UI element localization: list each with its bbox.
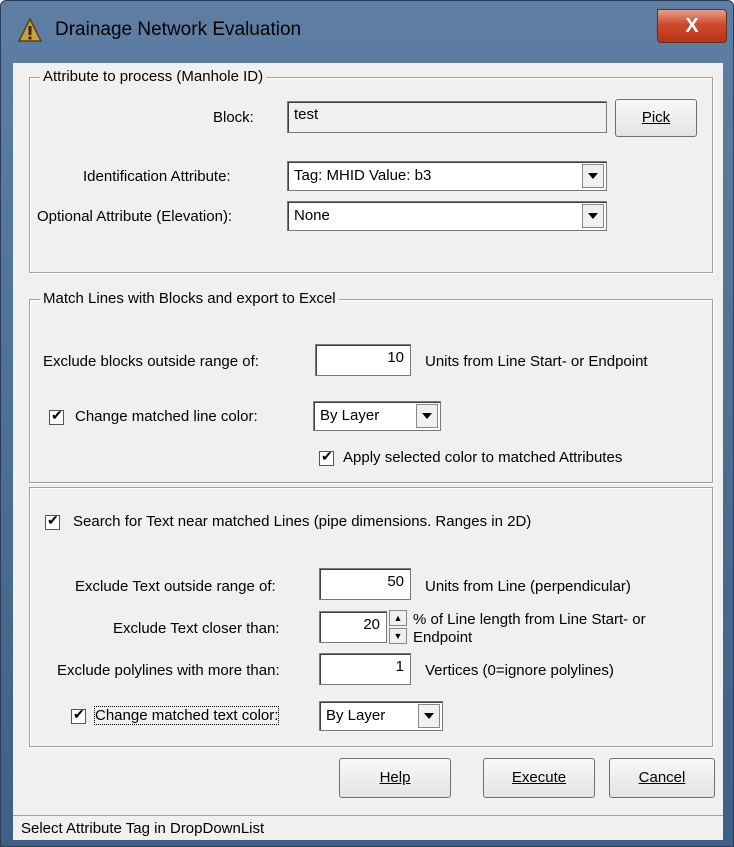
pick-button-label: Pick bbox=[641, 109, 671, 126]
hazard-icon bbox=[17, 17, 43, 42]
spin-up-icon[interactable]: ▲ bbox=[389, 610, 407, 626]
chevron-down-icon[interactable] bbox=[582, 204, 604, 228]
execute-button[interactable]: Execute bbox=[483, 758, 595, 798]
cancel-button-label: Cancel bbox=[638, 769, 686, 786]
polylines-label: Exclude polylines with more than: bbox=[57, 662, 280, 679]
change-line-color-checkbox[interactable] bbox=[49, 407, 64, 425]
group-title-match: Match Lines with Blocks and export to Ex… bbox=[40, 290, 339, 307]
title-bar[interactable]: Drainage Network Evaluation X bbox=[1, 1, 733, 63]
exclude-blocks-units: Units from Line Start- or Endpoint bbox=[425, 353, 648, 370]
line-color-dropdown[interactable]: By Layer bbox=[313, 401, 441, 431]
text-color-dropdown[interactable]: By Layer bbox=[319, 701, 443, 731]
apply-color-label: Apply selected color to matched Attribut… bbox=[343, 449, 623, 466]
help-button[interactable]: Help bbox=[339, 758, 451, 798]
chevron-down-icon[interactable] bbox=[582, 164, 604, 188]
optional-attribute-value: None bbox=[294, 207, 330, 224]
optional-attribute-dropdown[interactable]: None bbox=[287, 201, 607, 231]
text-range-label: Exclude Text outside range of: bbox=[75, 578, 276, 595]
search-text-label: Search for Text near matched Lines (pipe… bbox=[73, 513, 532, 530]
id-attribute-label: Identification Attribute: bbox=[83, 168, 231, 185]
polylines-field[interactable]: 1 bbox=[319, 653, 411, 685]
close-button[interactable]: X bbox=[657, 9, 727, 43]
exclude-blocks-label: Exclude blocks outside range of: bbox=[43, 353, 259, 370]
chevron-down-icon[interactable] bbox=[416, 404, 438, 428]
group-title-attribute: Attribute to process (Manhole ID) bbox=[40, 68, 267, 85]
status-text: Select Attribute Tag in DropDownList bbox=[21, 820, 265, 837]
search-text-checkbox[interactable] bbox=[45, 512, 60, 530]
text-closer-units-2: Endpoint bbox=[413, 629, 473, 646]
block-field[interactable]: test bbox=[287, 101, 607, 133]
polylines-units: Vertices (0=ignore polylines) bbox=[425, 662, 614, 679]
block-label: Block: bbox=[213, 109, 254, 126]
pick-button[interactable]: Pick bbox=[615, 99, 697, 137]
id-attribute-dropdown[interactable]: Tag: MHID Value: b3 bbox=[287, 161, 607, 191]
cancel-button[interactable]: Cancel bbox=[609, 758, 715, 798]
dialog-client: Attribute to process (Manhole ID) Block:… bbox=[13, 63, 723, 840]
text-closer-field[interactable]: 20 bbox=[319, 611, 387, 643]
text-closer-label: Exclude Text closer than: bbox=[113, 620, 280, 637]
dialog-window: Drainage Network Evaluation X Attribute … bbox=[0, 0, 734, 847]
text-closer-units-1: % of Line length from Line Start- or bbox=[413, 611, 646, 628]
text-closer-spinner[interactable]: ▲ ▼ bbox=[389, 610, 407, 644]
execute-button-label: Execute bbox=[511, 769, 567, 786]
text-color-value: By Layer bbox=[326, 707, 386, 724]
exclude-blocks-field[interactable]: 10 bbox=[315, 344, 411, 376]
spin-down-icon[interactable]: ▼ bbox=[389, 628, 407, 644]
status-bar: Select Attribute Tag in DropDownList bbox=[13, 815, 723, 840]
change-text-color-checkbox[interactable] bbox=[71, 706, 86, 724]
text-range-field[interactable]: 50 bbox=[319, 568, 411, 600]
id-attribute-value: Tag: MHID Value: b3 bbox=[294, 167, 432, 184]
change-line-color-label: Change matched line color: bbox=[75, 408, 258, 425]
text-range-units: Units from Line (perpendicular) bbox=[425, 578, 631, 595]
line-color-value: By Layer bbox=[320, 407, 380, 424]
change-text-color-label: Change matched text color: bbox=[93, 706, 280, 725]
optional-attribute-label: Optional Attribute (Elevation): bbox=[37, 208, 233, 225]
help-button-label: Help bbox=[379, 769, 411, 786]
chevron-down-icon[interactable] bbox=[418, 704, 440, 728]
window-title: Drainage Network Evaluation bbox=[55, 19, 302, 40]
apply-color-checkbox[interactable] bbox=[319, 448, 334, 466]
